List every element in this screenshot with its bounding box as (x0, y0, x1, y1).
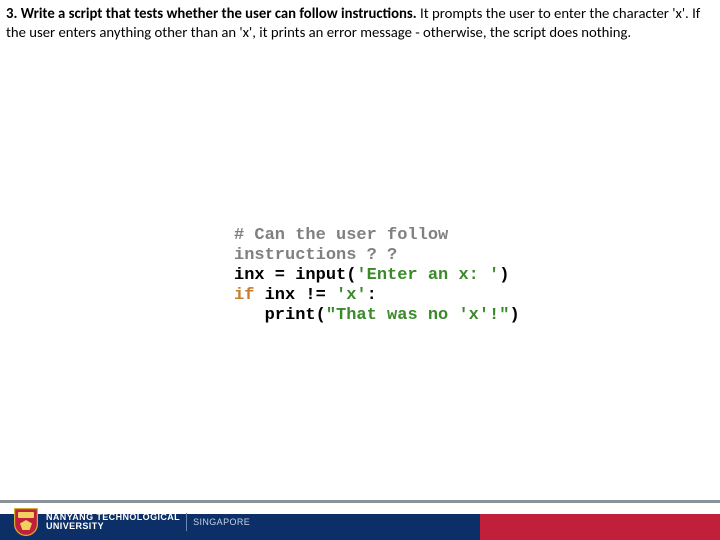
footer-diagonal (480, 514, 502, 540)
footer-band-red (480, 514, 720, 540)
code-l3a: inx = input( (234, 266, 356, 285)
code-l4b: inx != (254, 286, 336, 305)
footer: NANYANG TECHNOLOGICAL UNIVERSITY SINGAPO… (0, 500, 720, 540)
footer-divider (186, 513, 187, 531)
slide: 3. Write a script that tests whether the… (0, 0, 720, 540)
question-text: 3. Write a script that tests whether the… (6, 4, 712, 42)
university-name: NANYANG TECHNOLOGICAL UNIVERSITY (46, 513, 180, 531)
code-comment-2: instructions ? ? (234, 246, 397, 265)
code-l5b: "That was no 'x'!" (326, 306, 510, 325)
university-line2: UNIVERSITY (46, 522, 180, 531)
code-l3c: ) (499, 266, 509, 285)
crest-icon (14, 508, 38, 536)
question-bold: 3. Write a script that tests whether the… (6, 4, 417, 22)
code-l3b: 'Enter an x: ' (356, 266, 499, 285)
footer-top-rule (0, 500, 720, 503)
code-l4d: : (367, 286, 377, 305)
code-block: # Can the user follow instructions ? ? i… (234, 226, 520, 326)
code-l5c: ) (509, 306, 519, 325)
code-if-kw: if (234, 286, 254, 305)
code-l5a: print( (234, 306, 326, 325)
code-l4c: 'x' (336, 286, 367, 305)
code-comment-1: # Can the user follow (234, 226, 448, 245)
university-text: NANYANG TECHNOLOGICAL UNIVERSITY SINGAPO… (46, 513, 250, 531)
university-logo: NANYANG TECHNOLOGICAL UNIVERSITY SINGAPO… (14, 508, 250, 536)
university-country: SINGAPORE (193, 517, 250, 527)
